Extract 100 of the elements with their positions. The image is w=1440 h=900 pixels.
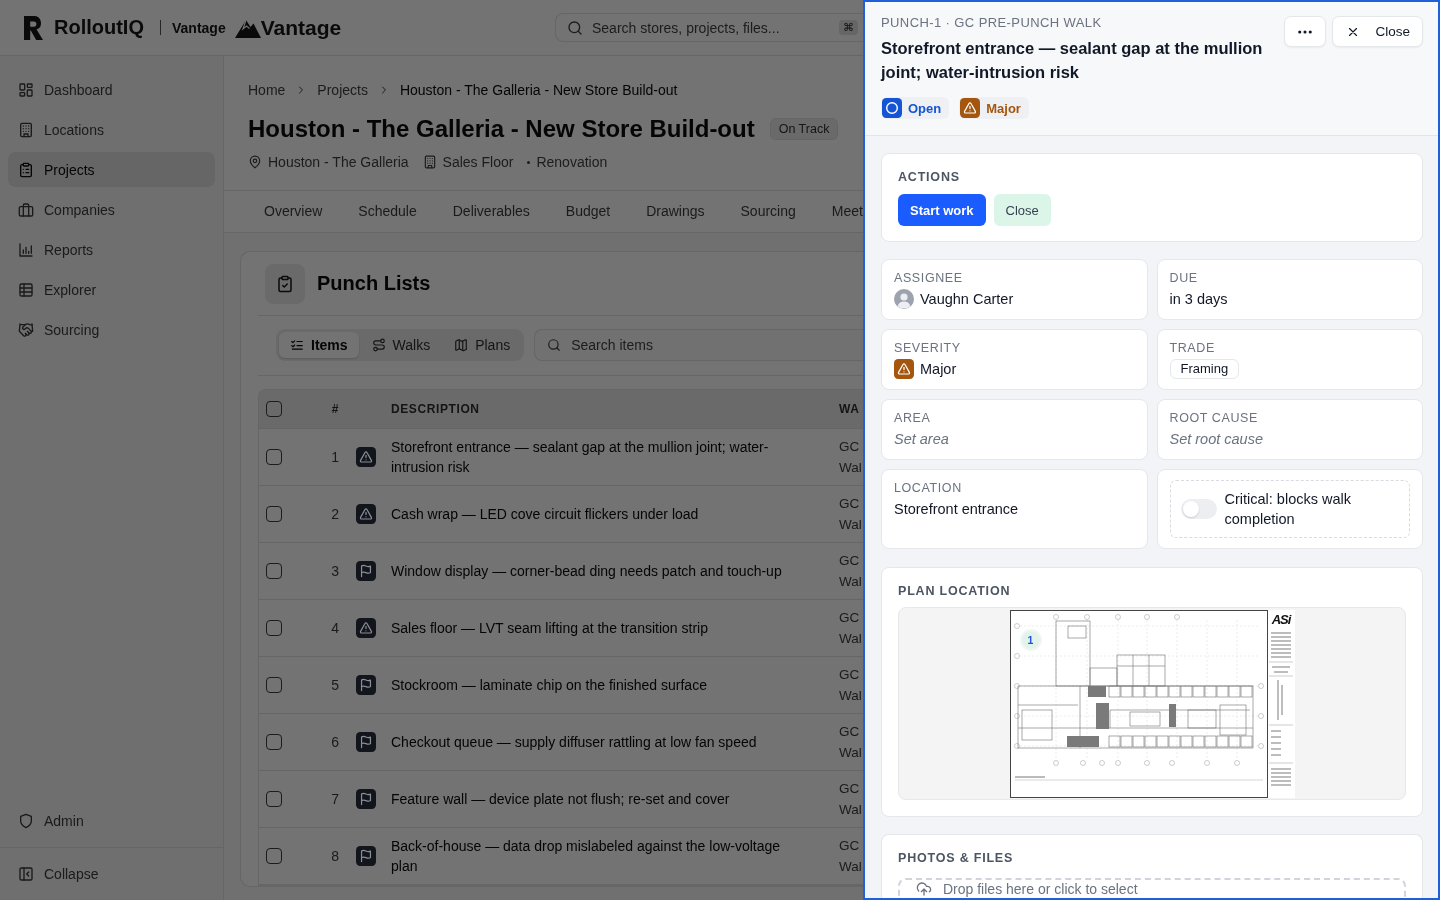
row-checkbox[interactable] [266, 677, 282, 693]
field-value: Storefront entrance [894, 500, 1019, 519]
project-tab[interactable]: Overview [246, 191, 341, 232]
section-title: PHOTOS & FILES [898, 850, 1015, 866]
row-number: 6 [331, 734, 339, 750]
item-description: Sales floor — LVT seam lifting at the transition strip [391, 619, 708, 638]
walk-name: GC Wal [839, 552, 863, 591]
project-tab[interactable]: Sourcing [722, 191, 814, 232]
search-input[interactable]: Search stores, projects, files... [592, 19, 830, 36]
sidebar-item[interactable]: Admin [8, 803, 215, 838]
sidebar-item[interactable]: Locations [8, 112, 215, 147]
avatar-icon [894, 289, 914, 309]
sidebar-item[interactable]: Dashboard [8, 72, 215, 107]
shield-icon [18, 812, 34, 829]
bar-chart-icon [18, 241, 34, 258]
file-dropzone[interactable]: Drop files here or click to select [898, 878, 1406, 898]
sidebar-item[interactable]: Companies [8, 192, 215, 227]
handshake-icon [18, 321, 34, 338]
sidebar-item[interactable]: Collapse [8, 856, 215, 891]
project-meta: Sales Floor [442, 154, 514, 170]
row-checkbox[interactable] [266, 848, 282, 864]
field-label: TRADE [1169, 340, 1215, 356]
partner-logo-text: Vantage [260, 15, 342, 40]
project-tab[interactable]: Deliverables [434, 191, 548, 232]
field-label: LOCATION [894, 480, 962, 496]
search-icon [547, 338, 562, 352]
field-label: ROOT CAUSE [1169, 410, 1258, 426]
sidebar-panel-icon [18, 865, 34, 882]
plan-viewer[interactable]: ASi 1 [898, 607, 1406, 800]
field-value: in 3 days [1169, 290, 1228, 309]
warning-icon [356, 618, 376, 638]
item-description: Checkout queue — supply diffuser rattling at low fan speed [391, 733, 757, 752]
trade-tag: Framing [1169, 359, 1240, 379]
cloud-upload-icon [914, 881, 934, 897]
row-checkbox[interactable] [266, 620, 282, 636]
view-tab[interactable]: Items [279, 332, 359, 358]
row-checkbox[interactable] [266, 506, 282, 522]
walk-name: GC Wal [839, 780, 863, 819]
breadcrumb-link[interactable]: Home [248, 82, 286, 98]
select-all-checkbox[interactable] [266, 401, 282, 417]
sidebar-item[interactable]: Projects [8, 152, 215, 187]
row-checkbox[interactable] [266, 734, 282, 750]
close-button[interactable]: Close [1332, 16, 1423, 47]
field-label: ASSIGNEE [894, 270, 963, 286]
row-number: 3 [331, 563, 339, 579]
row-number: 7 [331, 791, 339, 807]
field-input[interactable]: Set area [894, 429, 1135, 449]
column-header: DESCRIPTION [391, 402, 481, 416]
flag-icon [356, 789, 376, 809]
view-tab[interactable]: Walks [360, 332, 442, 358]
project-tab[interactable]: Schedule [340, 191, 435, 232]
critical-toggle[interactable]: Critical: blocks walk completion [1169, 480, 1410, 538]
section-title: PLAN LOCATION [898, 583, 1012, 599]
sidebar-item[interactable]: Sourcing [8, 312, 215, 347]
table-icon [18, 281, 34, 298]
sidebar-item[interactable]: Reports [8, 232, 215, 267]
search-field[interactable]: Search items [534, 329, 863, 361]
walk-name: GC Wal [839, 438, 863, 477]
row-number: 5 [331, 677, 339, 693]
walk-name: GC Wal [839, 495, 863, 534]
search-input[interactable]: Search items [571, 337, 863, 353]
project-title: Houston - The Galleria - New Store Build-out [248, 114, 755, 144]
field-input[interactable]: Set root cause [1169, 429, 1410, 449]
dot-icon [527, 160, 531, 164]
project-tab[interactable]: Budget [547, 191, 629, 232]
search-field[interactable]: Search stores, projects, files... ⌘ [555, 13, 863, 42]
item-title: Storefront entrance — sealant gap at the mullion joint; water-intrusion risk [881, 38, 1264, 83]
editable-field[interactable]: AREA Set area [881, 399, 1148, 460]
start-work-button[interactable]: Start work [898, 194, 986, 226]
row-checkbox[interactable] [266, 449, 282, 465]
item-description: Back-of-house — data drop mislabeled against the low-voltage plan [391, 837, 782, 876]
workspace-name: Vantage [172, 19, 226, 36]
item-description: Window display — corner-bead ding needs patch and touch-up [391, 562, 782, 581]
item-description: Stockroom — laminate chip on the finished surface [391, 676, 707, 695]
status-badge: On Track [769, 118, 839, 140]
row-checkbox[interactable] [266, 791, 282, 807]
field-label: AREA [894, 410, 931, 426]
clipboard-check-icon [265, 263, 305, 304]
more-button[interactable] [1284, 16, 1327, 47]
close-item-button[interactable]: Close [993, 194, 1051, 226]
view-tab[interactable]: Plans [443, 332, 522, 358]
section-title: Punch Lists [317, 272, 431, 295]
sidebar-item[interactable]: Explorer [8, 272, 215, 307]
flag-icon [356, 732, 376, 752]
more-icon [1298, 29, 1313, 34]
row-checkbox[interactable] [266, 563, 282, 579]
toggle-switch[interactable] [1180, 499, 1217, 519]
flag-icon [356, 561, 376, 581]
field-label: SEVERITY [894, 340, 961, 356]
walk-name: GC Wal [839, 837, 863, 876]
mountain-logo-icon [234, 17, 261, 38]
project-tab[interactable]: Drawings [628, 191, 723, 232]
project-tab[interactable]: Meet [813, 191, 863, 232]
item-description: Feature wall — device plate not flush; re-set and cover [391, 790, 730, 809]
editable-field[interactable]: ROOT CAUSE Set root cause [1156, 399, 1423, 460]
item-description: Cash wrap — LED cove circuit flickers under load [391, 505, 699, 524]
building-icon [422, 155, 437, 169]
breadcrumb-link[interactable]: Projects [317, 82, 368, 98]
brand-name: RolloutIQ [54, 16, 144, 39]
row-number: 4 [331, 620, 339, 636]
